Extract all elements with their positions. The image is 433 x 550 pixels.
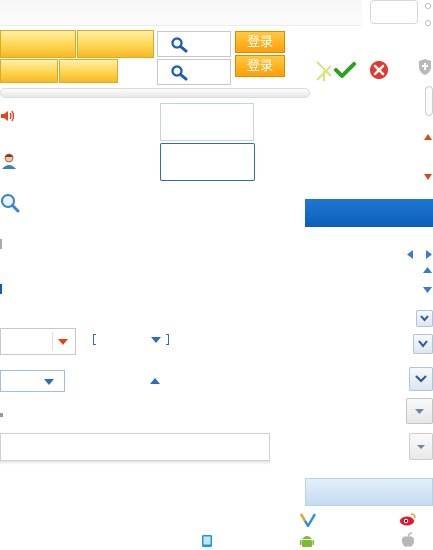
cursor-icon — [314, 59, 334, 83]
chevron-down-icon — [44, 379, 54, 385]
chevron-down-icon — [58, 339, 68, 345]
arrow-right-icon[interactable] — [426, 250, 433, 259]
radio-dot-bottom[interactable] — [425, 20, 431, 26]
horizontal-scrollbar[interactable] — [0, 88, 310, 98]
user-icon[interactable] — [0, 152, 18, 170]
search-icon[interactable] — [170, 37, 190, 53]
yellow-tab-2[interactable] — [77, 30, 154, 58]
dropdown-button-5[interactable] — [409, 433, 433, 460]
arrow-up-icon[interactable] — [423, 133, 433, 141]
chevron-down-icon — [151, 337, 161, 343]
arrow-down-icon[interactable] — [423, 173, 433, 181]
speaker-icon[interactable] — [0, 109, 16, 123]
login-button-2[interactable]: 登录 — [235, 55, 285, 77]
left-marker-blue — [0, 284, 2, 294]
text-panel[interactable] — [160, 103, 254, 141]
search-box-2[interactable] — [157, 59, 231, 85]
weibo-icon[interactable] — [399, 512, 417, 526]
shield-icon — [418, 58, 432, 76]
dropdown-button-1[interactable] — [416, 310, 433, 327]
bracket-selector[interactable] — [93, 334, 171, 348]
check-icon[interactable] — [334, 61, 356, 79]
login-button-1[interactable]: 登录 — [235, 31, 285, 53]
caret-up-icon[interactable] — [150, 378, 160, 384]
dropdown-button-3[interactable] — [409, 367, 433, 391]
dropdown-button-4[interactable] — [406, 398, 433, 424]
arrow-left-icon[interactable] — [407, 250, 414, 259]
dropdown-button-2[interactable] — [413, 334, 433, 354]
text-panel-focused[interactable] — [160, 143, 255, 181]
small-arrow-down-icon[interactable] — [423, 287, 432, 293]
left-marker-small — [0, 413, 3, 417]
radio-dot-top[interactable] — [425, 3, 431, 9]
search-icon[interactable] — [170, 65, 190, 81]
top-strip — [0, 0, 362, 26]
wide-text-input[interactable] — [0, 433, 270, 461]
select-blue[interactable] — [0, 370, 65, 392]
small-arrow-up-icon[interactable] — [423, 267, 432, 273]
search-box-1[interactable] — [157, 31, 231, 57]
v-logo-icon[interactable] — [300, 513, 316, 527]
left-marker-grey — [0, 239, 2, 249]
vertical-scrollbar[interactable] — [425, 86, 433, 116]
close-icon[interactable] — [369, 60, 389, 80]
yellow-tab-4[interactable] — [59, 59, 118, 83]
blue-bar[interactable] — [305, 199, 433, 227]
light-blue-bar[interactable] — [305, 478, 433, 506]
top-right-box[interactable] — [370, 0, 418, 24]
apple-icon[interactable] — [401, 532, 415, 548]
magnifier-icon[interactable] — [0, 193, 20, 213]
tablet-icon[interactable] — [201, 534, 213, 548]
android-icon[interactable] — [300, 533, 314, 549]
input-shadow — [0, 461, 270, 465]
yellow-tab-3[interactable] — [0, 59, 58, 83]
yellow-tab-1[interactable] — [0, 30, 76, 58]
select-red[interactable] — [0, 328, 76, 355]
